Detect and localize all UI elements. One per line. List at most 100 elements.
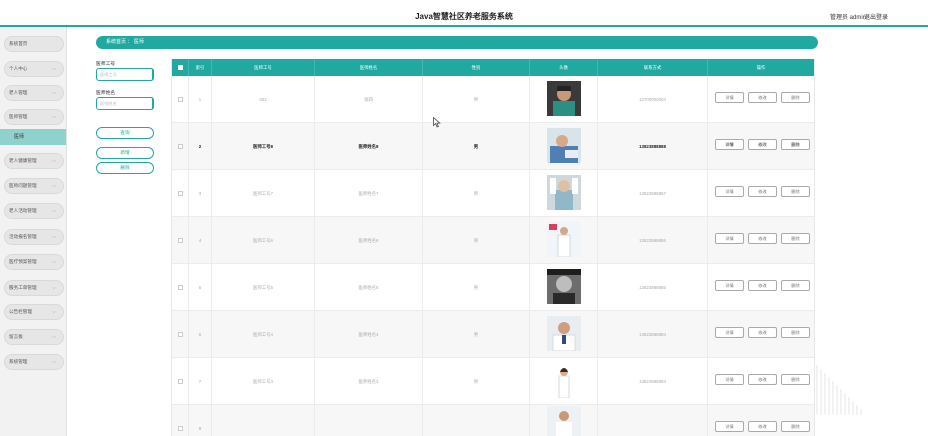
actions-cell: 详情 修改 删除 [708, 358, 814, 405]
row-select-cell[interactable] [172, 76, 189, 123]
row-select-cell[interactable] [172, 264, 189, 311]
avatar-cell [530, 264, 598, 311]
edit-button[interactable]: 修改 [748, 186, 777, 197]
sidebar-item-notices[interactable]: 公告栏管理 ⌵ [4, 304, 64, 320]
detail-button[interactable]: 详情 [715, 280, 744, 291]
row-select-cell[interactable] [172, 358, 189, 405]
sidebar-item-system[interactable]: 系统管理 ⌵ [4, 354, 64, 370]
row-checkbox[interactable] [177, 238, 183, 244]
edit-button[interactable]: 修改 [748, 421, 777, 432]
sidebar-subitem-doctor[interactable]: 医师 [0, 129, 66, 145]
row-delete-button[interactable]: 删除 [781, 233, 810, 244]
edit-button[interactable]: 修改 [748, 139, 777, 150]
doctor-name-cell: 医师姓名3 [315, 358, 423, 405]
row-delete-button[interactable]: 删除 [781, 421, 810, 432]
sidebar-item-home[interactable]: 系统首页 [4, 36, 64, 52]
row-delete-button[interactable]: 删除 [781, 139, 810, 150]
avatar [547, 269, 581, 304]
sidebar-item-messages[interactable]: 留言板 ⌵ [4, 329, 64, 345]
sidebar-item-health[interactable]: 老人健康管理 ⌵ [4, 153, 64, 169]
sidebar-item-doctors[interactable]: 医师管理 ⌵ [4, 109, 64, 125]
column-header: 操作 [756, 65, 766, 70]
current-user: 管理员 admin [829, 15, 866, 21]
detail-button[interactable]: 详情 [715, 233, 744, 244]
avatar-cell [530, 311, 598, 358]
row-select-cell[interactable] [172, 405, 189, 436]
detail-button[interactable]: 详情 [715, 139, 744, 150]
row-delete-button[interactable]: 删除 [781, 92, 810, 103]
gender-cell: 男 [423, 76, 530, 123]
doctor-name-cell: 医师姓名4 [315, 311, 423, 358]
avatar [547, 406, 581, 436]
doctor-id-cell: 医师工号3 [212, 358, 315, 405]
row-checkbox[interactable] [177, 97, 183, 103]
detail-button[interactable]: 详情 [715, 92, 744, 103]
faint-background-graphic [816, 365, 862, 415]
row-select-cell[interactable] [172, 311, 189, 358]
sidebar-item-label: 公告栏管理 [9, 309, 32, 314]
row-checkbox[interactable] [177, 332, 183, 338]
row-select-cell[interactable] [172, 123, 189, 170]
phone-cell [598, 405, 708, 436]
table-row: 1 002 张四男 13700000004 详情 修改 删除 [172, 76, 814, 123]
avatar-cell [530, 76, 598, 123]
select-all-cell[interactable] [172, 59, 189, 76]
row-select-cell[interactable] [172, 170, 189, 217]
table-row: 6 医师工号4 医师姓名4 男 13823888884 详情 修改 删除 [172, 311, 814, 358]
row-checkbox[interactable] [177, 191, 183, 197]
row-checkbox[interactable] [177, 426, 183, 432]
doctor-name-input[interactable]: 医师姓名 [96, 97, 154, 110]
detail-button[interactable]: 详情 [715, 374, 744, 385]
actions-cell: 详情 修改 删除 [708, 123, 814, 170]
phone-cell: 13823888888 [598, 123, 708, 170]
doctor-id-cell: 医师工号8 [212, 123, 315, 170]
index-cell: 4 [189, 217, 212, 264]
column-header: 性别 [423, 59, 530, 76]
sidebar-item-activities[interactable]: 老人活动管理 ⌵ [4, 203, 64, 219]
edit-button[interactable]: 修改 [748, 92, 777, 103]
row-checkbox[interactable] [177, 144, 183, 150]
row-delete-button[interactable]: 删除 [781, 186, 810, 197]
sidebar-item-questions[interactable]: 医师问题管理 ⌵ [4, 178, 64, 194]
sidebar-item-personal[interactable]: 个人中心 ⌵ [4, 61, 64, 77]
select-all-checkbox[interactable] [177, 65, 183, 71]
breadcrumb-home[interactable]: 系统首页 [106, 39, 126, 45]
row-select-cell[interactable] [172, 217, 189, 264]
mouse-cursor-icon [433, 117, 441, 128]
chevron-down-icon: ⌵ [52, 259, 56, 265]
phone-cell: 13823888886 [598, 217, 708, 264]
gender-cell: 男 [423, 311, 530, 358]
detail-button[interactable]: 详情 [715, 327, 744, 338]
index-cell: 1 [189, 76, 212, 123]
sidebar-item-signups[interactable]: 活动报名管理 ⌵ [4, 229, 64, 245]
delete-button[interactable]: 删除 [96, 162, 154, 174]
edit-button[interactable]: 修改 [748, 374, 777, 385]
doctor-id-input[interactable]: 医师工号 [96, 68, 154, 81]
detail-button[interactable]: 详情 [715, 421, 744, 432]
chevron-down-icon: ⌵ [52, 66, 56, 72]
avatar-cell [530, 217, 598, 264]
sidebar-item-label: 服务工单管理 [9, 285, 37, 290]
row-checkbox[interactable] [177, 285, 183, 291]
doctor-id-cell: 医师工号4 [212, 311, 315, 358]
logout-link[interactable]: 退出登录 [864, 12, 888, 21]
sidebar: 系统首页 个人中心 ⌵ 老人管理 ⌵ 医师管理 ⌵ 医师 老人健康管理 ⌵ 医师问题管理… [0, 27, 67, 436]
add-button[interactable]: 新增 [96, 147, 154, 159]
row-delete-button[interactable]: 删除 [781, 374, 810, 385]
actions-cell: 详情 修改 删除 [708, 217, 814, 264]
detail-button[interactable]: 详情 [715, 186, 744, 197]
query-button[interactable]: 查询 [96, 127, 154, 139]
row-delete-button[interactable]: 删除 [781, 327, 810, 338]
row-checkbox[interactable] [177, 379, 183, 385]
sidebar-item-plans[interactable]: 医疗预案管理 ⌵ [4, 254, 64, 270]
chevron-down-icon: ⌵ [52, 208, 56, 214]
actions-cell: 详情 修改 删除 [708, 76, 814, 123]
row-delete-button[interactable]: 删除 [781, 280, 810, 291]
sidebar-item-label: 医疗预案管理 [9, 259, 37, 264]
sidebar-item-elders[interactable]: 老人管理 ⌵ [4, 85, 64, 101]
gender-cell [423, 405, 530, 436]
edit-button[interactable]: 修改 [748, 233, 777, 244]
sidebar-item-workorders[interactable]: 服务工单管理 ⌵ [4, 280, 64, 296]
edit-button[interactable]: 修改 [748, 280, 777, 291]
edit-button[interactable]: 修改 [748, 327, 777, 338]
